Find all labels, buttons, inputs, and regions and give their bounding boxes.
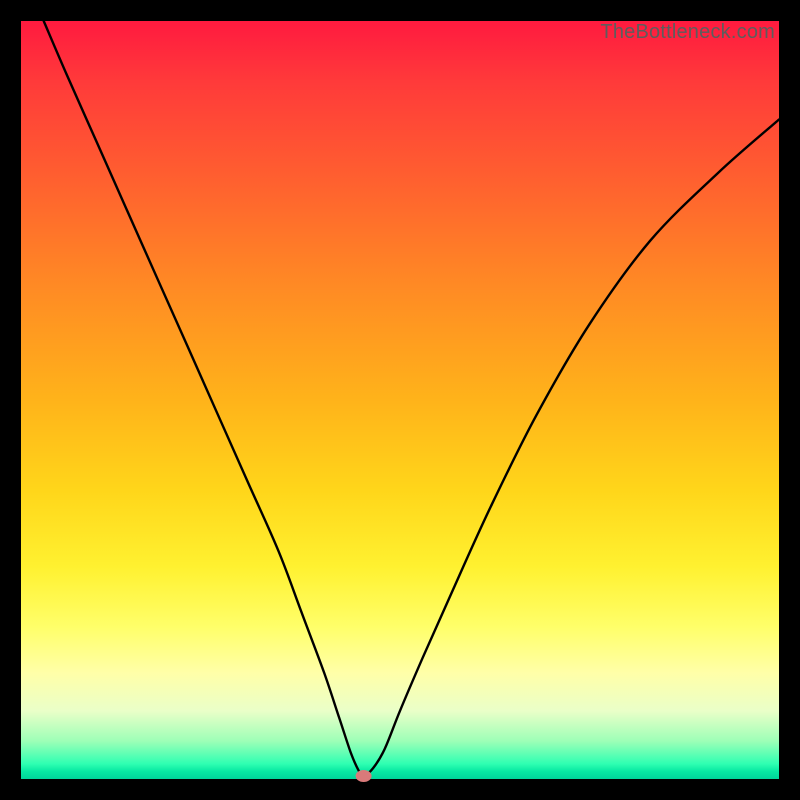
plot-area: TheBottleneck.com xyxy=(21,21,779,779)
chart-frame: TheBottleneck.com xyxy=(0,0,800,800)
curve-svg xyxy=(21,21,779,779)
bottleneck-curve xyxy=(44,21,779,776)
min-marker xyxy=(356,770,372,782)
